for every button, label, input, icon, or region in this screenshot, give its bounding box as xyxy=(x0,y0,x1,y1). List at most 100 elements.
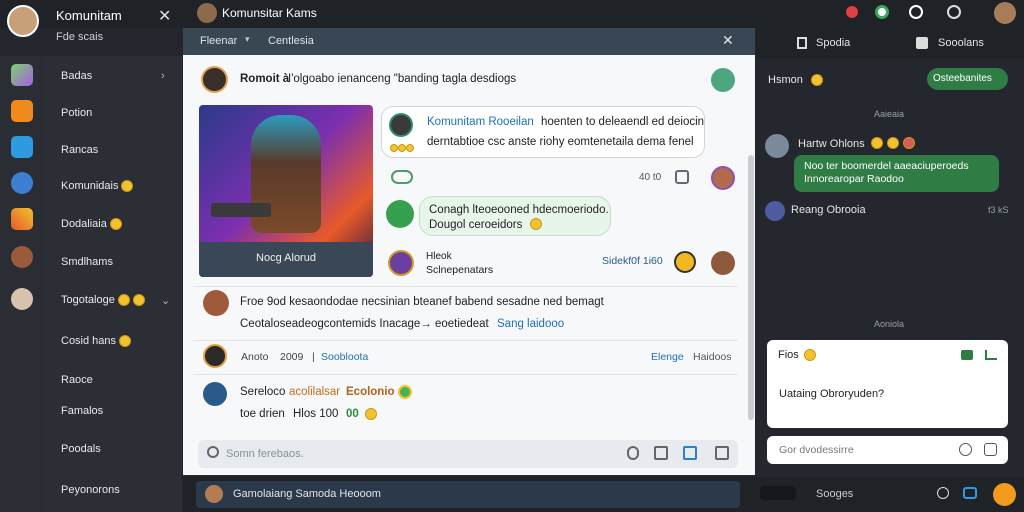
chevron-down-icon[interactable]: ⌄ xyxy=(161,294,170,307)
post-link[interactable]: Sang laidooo xyxy=(497,318,564,330)
row-link[interactable]: Soobloota xyxy=(321,351,368,363)
globe-icon xyxy=(398,385,412,399)
user-avatar[interactable] xyxy=(765,201,785,221)
nav-item[interactable]: Dodaliaia xyxy=(61,218,122,231)
close-icon[interactable]: ✕ xyxy=(158,6,171,26)
search-input[interactable]: Somn ferebaos. xyxy=(226,448,304,460)
tab-spodia[interactable]: Spodia xyxy=(816,37,850,49)
row-action[interactable]: Haidoos xyxy=(693,351,732,363)
clock-icon[interactable] xyxy=(947,5,961,19)
emoji-icon xyxy=(121,180,134,193)
reply-input[interactable]: Gor dvodessirre xyxy=(779,444,854,456)
reaction-icons[interactable] xyxy=(390,140,416,152)
file-icon[interactable] xyxy=(715,446,729,460)
notification-icon[interactable] xyxy=(846,6,858,18)
tools-icon[interactable] xyxy=(11,172,33,194)
message-text: Dougol ceroeidors xyxy=(429,219,523,231)
emoji-picker-icon[interactable] xyxy=(984,443,997,456)
react-icon[interactable] xyxy=(391,170,413,184)
user-avatar[interactable] xyxy=(7,5,39,37)
nav-item[interactable]: Potion xyxy=(61,107,92,119)
profile-avatar[interactable] xyxy=(994,2,1016,24)
gallery-icon[interactable] xyxy=(683,446,697,460)
edit-icon[interactable] xyxy=(937,487,949,499)
scrollbar[interactable] xyxy=(748,155,754,420)
close-icon[interactable]: ✕ xyxy=(722,32,734,49)
folder-icon[interactable] xyxy=(11,100,33,122)
user-avatar[interactable] xyxy=(711,251,735,275)
nav-item[interactable]: Rancas xyxy=(61,144,98,156)
avatar-icon[interactable] xyxy=(11,288,33,310)
help-icon[interactable] xyxy=(959,443,972,456)
send-button[interactable] xyxy=(993,483,1016,506)
cube-icon[interactable] xyxy=(11,136,33,158)
nav-label: Peyonorons xyxy=(61,484,120,496)
message-bubble[interactable] xyxy=(381,106,705,158)
row-name: Hleok xyxy=(426,251,452,262)
tab-fleenar[interactable]: Fleenar xyxy=(200,35,237,47)
nav-item[interactable]: Cosid hans xyxy=(61,335,132,348)
nav-item[interactable]: Poodals xyxy=(61,443,101,455)
like-icon[interactable] xyxy=(675,170,689,184)
bottom-label: Sooges xyxy=(816,488,854,500)
row-action[interactable]: Elenge xyxy=(651,351,684,363)
divider xyxy=(193,286,738,287)
user-avatar[interactable] xyxy=(765,134,789,158)
post-title: Froe 9od kesaondodae necsinian bteanef b… xyxy=(240,296,604,308)
search-bar[interactable]: Somn ferebaos. xyxy=(198,440,738,468)
book-icon[interactable] xyxy=(11,64,33,86)
sender-name[interactable]: Komunitam Rooeilan xyxy=(427,116,534,128)
chevron-right-icon[interactable]: › xyxy=(161,70,165,82)
message-time: f3 kS xyxy=(988,205,1009,215)
post-subtitle: I'olgoabo ienanceng "banding tagla desdi… xyxy=(288,73,517,85)
status-icon[interactable] xyxy=(875,5,889,19)
user-avatar[interactable] xyxy=(711,166,735,190)
message-text: Noo ter boomerdel aaeaciuperoeds Innorea… xyxy=(804,160,969,185)
refresh-icon[interactable] xyxy=(711,68,735,92)
post-link[interactable]: acolilalsar xyxy=(289,386,340,398)
avatar-icon[interactable] xyxy=(11,246,33,268)
author-avatar[interactable] xyxy=(203,382,227,406)
post-author: Ecolonio xyxy=(346,386,395,398)
game-image-card[interactable]: Nocg Alorud xyxy=(199,105,373,277)
nav-item[interactable]: Smdlhams xyxy=(61,256,113,268)
emoji-icon xyxy=(132,294,145,307)
date-divider: Aaieaia xyxy=(874,109,905,119)
swords-icon[interactable] xyxy=(11,208,33,230)
nav-item[interactable]: Peyonorons xyxy=(61,484,120,496)
tab-centlesia[interactable]: Centlesia xyxy=(268,35,314,47)
author-avatar[interactable] xyxy=(203,290,229,316)
image-icon[interactable] xyxy=(654,446,668,460)
tab-sooolans[interactable]: Sooolans xyxy=(938,37,984,49)
nav-label: Rancas xyxy=(61,144,99,156)
attach-icon[interactable] xyxy=(627,446,639,460)
nav-label: Komunidais xyxy=(61,180,119,192)
card-title: Fios xyxy=(778,349,799,361)
message-meta: 40 t0 xyxy=(639,172,662,183)
nav-item[interactable]: Komunidais xyxy=(61,180,134,193)
emoji-icon xyxy=(398,143,406,152)
nav-item[interactable]: Raoce xyxy=(61,374,93,386)
share-icon[interactable] xyxy=(961,350,973,360)
reply-icon[interactable] xyxy=(985,350,997,360)
emoji-icon xyxy=(530,218,542,230)
divider xyxy=(193,340,738,341)
user-avatar[interactable] xyxy=(388,250,414,276)
search-icon xyxy=(207,446,219,458)
emoji-icon xyxy=(871,137,883,149)
author-avatar[interactable] xyxy=(201,66,228,93)
camera-icon[interactable] xyxy=(963,487,977,499)
post-meta: toe drien xyxy=(240,408,285,420)
nav-item[interactable]: Togotaloge xyxy=(61,294,145,307)
compose-box[interactable] xyxy=(760,486,796,500)
compass-icon[interactable] xyxy=(909,5,923,19)
weapon-shape xyxy=(211,203,271,217)
nav-item[interactable]: Famalos xyxy=(61,405,103,417)
user-avatar[interactable] xyxy=(674,251,696,273)
tab-dropdown-icon[interactable]: ▾ xyxy=(245,34,250,45)
nav-item[interactable]: Badas xyxy=(61,70,92,82)
author-avatar[interactable] xyxy=(203,344,227,368)
app-subtitle: Fde scais xyxy=(56,31,104,43)
download-icon[interactable] xyxy=(386,200,414,228)
center-tabbar: Fleenar ▾ Centlesia ✕ xyxy=(183,28,755,55)
